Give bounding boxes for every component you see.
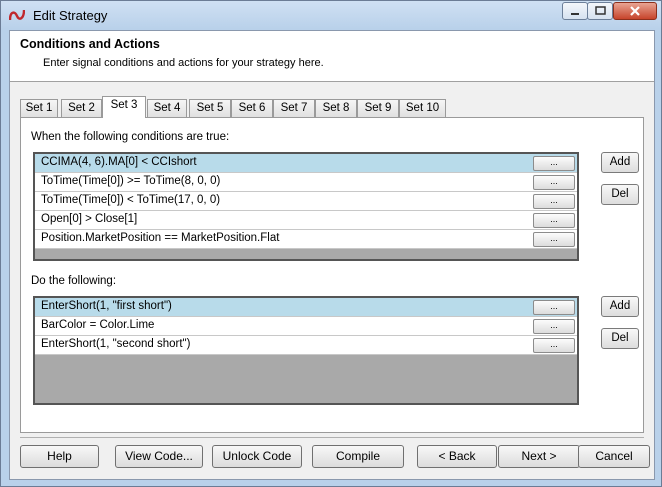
close-icon [630,6,640,16]
page-title: Conditions and Actions [20,37,160,51]
delete-action-button[interactable]: Del [601,328,639,349]
tab-set-7[interactable]: Set 7 [273,99,315,117]
action-text: BarColor = Color.Lime [41,319,155,331]
close-button[interactable] [613,2,657,20]
tab-set-6[interactable]: Set 6 [231,99,273,117]
tab-set-10[interactable]: Set 10 [399,99,446,117]
condition-row[interactable]: Open[0] > Close[1] ... [35,211,577,230]
add-action-button[interactable]: Add [601,296,639,317]
cancel-button[interactable]: Cancel [578,445,650,468]
set-3-panel: When the following conditions are true: … [20,117,644,433]
minimize-button[interactable] [562,2,588,20]
window-title: Edit Strategy [33,8,108,23]
edit-condition-button[interactable]: ... [533,213,575,228]
edit-action-button[interactable]: ... [533,319,575,334]
ninjatrader-logo-icon [9,9,25,21]
add-condition-button[interactable]: Add [601,152,639,173]
back-button[interactable]: < Back [417,445,497,468]
tab-set-5[interactable]: Set 5 [189,99,231,117]
minimize-icon [571,13,579,15]
unlock-code-button[interactable]: Unlock Code [212,445,302,468]
edit-condition-button[interactable]: ... [533,194,575,209]
delete-condition-button[interactable]: Del [601,184,639,205]
condition-row[interactable]: Position.MarketPosition == MarketPositio… [35,230,577,249]
actions-label: Do the following: [31,275,117,287]
dialog-content: Conditions and Actions Enter signal cond… [9,30,655,480]
conditions-label: When the following conditions are true: [31,131,230,143]
action-row[interactable]: BarColor = Color.Lime ... [35,317,577,336]
footer-divider [20,437,644,438]
action-row[interactable]: EnterShort(1, "first short") ... [35,298,577,317]
edit-condition-button[interactable]: ... [533,156,575,171]
next-button[interactable]: Next > [498,445,580,468]
condition-row[interactable]: ToTime(Time[0]) >= ToTime(8, 0, 0) ... [35,173,577,192]
condition-text: ToTime(Time[0]) < ToTime(17, 0, 0) [41,194,221,206]
tab-set-8[interactable]: Set 8 [315,99,357,117]
condition-text: Open[0] > Close[1] [41,213,138,225]
tab-set-1[interactable]: Set 1 [20,99,58,117]
action-row[interactable]: EnterShort(1, "second short") ... [35,336,577,355]
condition-text: CCIMA(4, 6).MA[0] < CCIshort [41,156,197,168]
wizard-header: Conditions and Actions Enter signal cond… [10,31,654,82]
conditions-grid[interactable]: CCIMA(4, 6).MA[0] < CCIshort ... ToTime(… [33,152,579,261]
tab-set-2[interactable]: Set 2 [61,99,102,117]
edit-action-button[interactable]: ... [533,338,575,353]
tab-set-3[interactable]: Set 3 [102,96,146,118]
actions-grid[interactable]: EnterShort(1, "first short") ... BarColo… [33,296,579,405]
action-text: EnterShort(1, "first short") [41,300,172,312]
maximize-icon [595,6,606,15]
maximize-button[interactable] [587,2,613,20]
edit-condition-button[interactable]: ... [533,232,575,247]
tab-set-9[interactable]: Set 9 [357,99,399,117]
page-subtitle: Enter signal conditions and actions for … [43,57,324,69]
condition-row[interactable]: ToTime(Time[0]) < ToTime(17, 0, 0) ... [35,192,577,211]
tab-set-4[interactable]: Set 4 [147,99,187,117]
help-button[interactable]: Help [20,445,99,468]
view-code-button[interactable]: View Code... [115,445,203,468]
action-text: EnterShort(1, "second short") [41,338,191,350]
condition-text: ToTime(Time[0]) >= ToTime(8, 0, 0) [41,175,221,187]
condition-row[interactable]: CCIMA(4, 6).MA[0] < CCIshort ... [35,154,577,173]
title-bar[interactable]: Edit Strategy [1,1,661,29]
edit-strategy-window: Edit Strategy Conditions and Actions Ent… [0,0,662,487]
edit-condition-button[interactable]: ... [533,175,575,190]
edit-action-button[interactable]: ... [533,300,575,315]
condition-text: Position.MarketPosition == MarketPositio… [41,232,280,244]
compile-button[interactable]: Compile [312,445,404,468]
